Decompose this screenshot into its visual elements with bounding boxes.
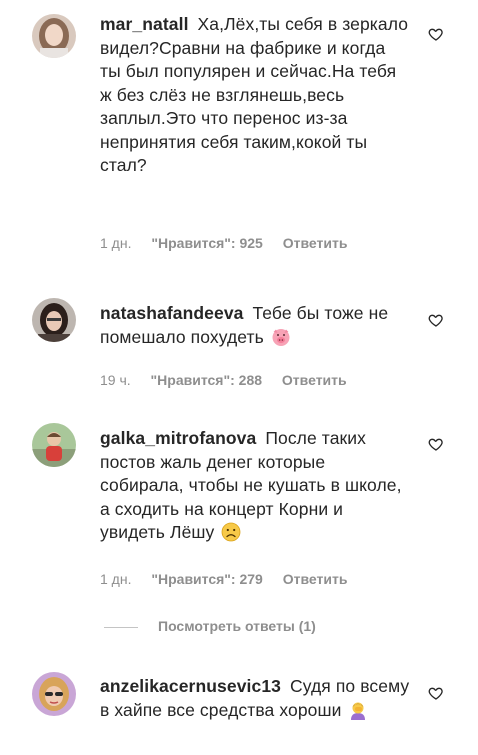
sad-face-emoji-icon [221, 522, 241, 542]
likes-count[interactable]: "Нравится": 288 [151, 372, 262, 388]
comment-body: anzelikacernusevic13 Судя по всему в хай… [100, 675, 410, 722]
comment-username[interactable]: anzelikacernusevic13 [100, 676, 281, 696]
view-replies-label[interactable]: Посмотреть ответы (1) [158, 618, 316, 634]
comment-time: 19 ч. [100, 372, 131, 388]
pig-face-emoji-icon [272, 328, 290, 346]
user-avatar-woman-sunglasses-icon [32, 672, 76, 716]
comment-time: 1 дн. [100, 235, 132, 251]
person-facepalming-emoji-icon [351, 702, 366, 720]
user-avatar[interactable] [32, 672, 76, 716]
heart-outline-icon[interactable] [428, 312, 444, 328]
user-avatar[interactable] [32, 14, 76, 58]
comment-meta: 1 дн. "Нравится": 279 Ответить [100, 571, 363, 587]
user-avatar[interactable] [32, 423, 76, 467]
likes-count[interactable]: "Нравится": 925 [151, 235, 262, 251]
comment-body: galka_mitrofanova После таких постов жал… [100, 427, 410, 545]
user-avatar-woman-light-hair-icon [32, 14, 76, 58]
reply-button[interactable]: Ответить [283, 571, 348, 587]
user-avatar-child-red-shirt-icon [32, 423, 76, 467]
replies-divider [104, 626, 138, 628]
comment-username[interactable]: mar_natall [100, 14, 189, 34]
user-avatar[interactable] [32, 298, 76, 342]
comment-meta: 19 ч. "Нравится": 288 Ответить [100, 372, 363, 388]
comment-username[interactable]: galka_mitrofanova [100, 428, 256, 448]
comment-time: 1 дн. [100, 571, 132, 587]
reply-button[interactable]: Ответить [282, 372, 347, 388]
comment-body: mar_natall Ха,Лёх,ты себя в зеркало виде… [100, 13, 410, 178]
comment-meta: 1 дн. "Нравится": 925 Ответить [100, 235, 363, 251]
comment-body: natashafandeeva Тебе бы тоже не помешало… [100, 302, 410, 349]
comment-username[interactable]: natashafandeeva [100, 303, 244, 323]
user-avatar-woman-dark-hair-icon [32, 298, 76, 342]
reply-button[interactable]: Ответить [283, 235, 348, 251]
heart-outline-icon[interactable] [428, 436, 444, 452]
likes-count[interactable]: "Нравится": 279 [151, 571, 262, 587]
view-replies-button[interactable]: Посмотреть ответы (1) [104, 618, 316, 638]
heart-outline-icon[interactable] [428, 685, 444, 701]
comment-text: Ха,Лёх,ты себя в зеркало видел?Сравни на… [100, 14, 409, 175]
heart-outline-icon[interactable] [428, 26, 444, 42]
